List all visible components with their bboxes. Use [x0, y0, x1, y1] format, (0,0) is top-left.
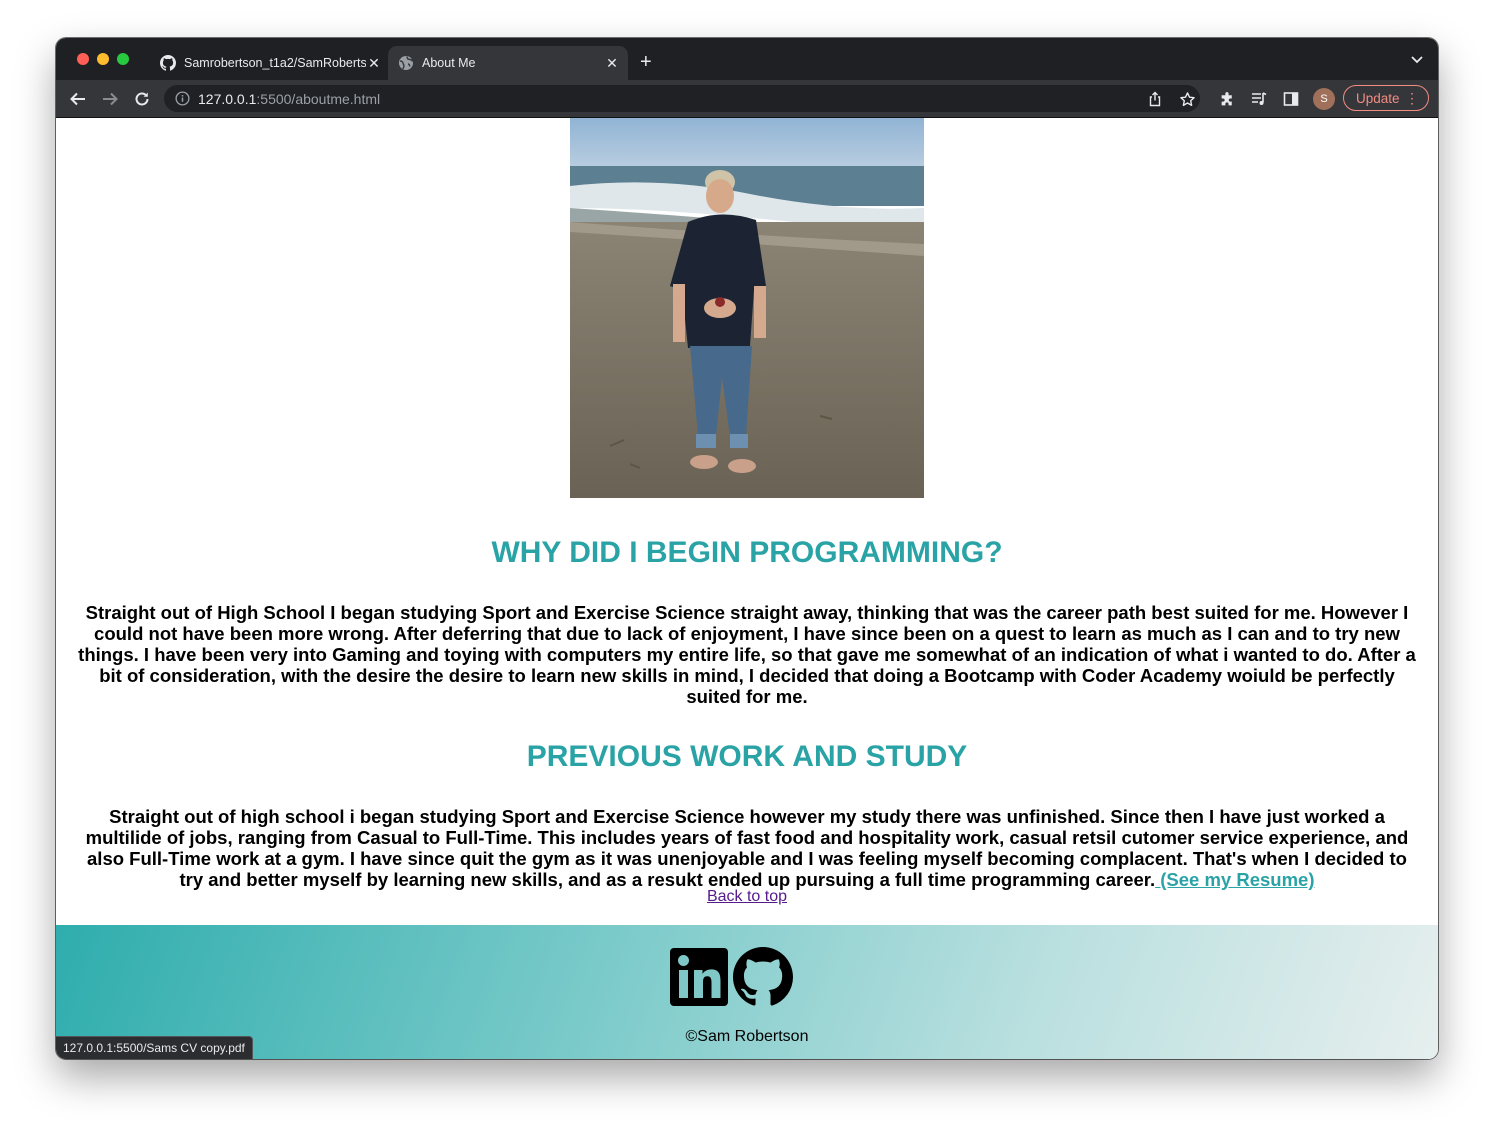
linkedin-icon[interactable]	[670, 947, 730, 1007]
profile-avatar[interactable]: S	[1313, 88, 1335, 110]
side-panel-icon[interactable]	[1282, 90, 1300, 108]
resume-link[interactable]: (See my Resume)	[1155, 869, 1314, 890]
more-vert-icon: ⋮	[1405, 90, 1419, 106]
url-path: :5500/aboutme.html	[256, 90, 381, 107]
update-button[interactable]: Update ⋮	[1343, 85, 1429, 111]
tab-close-icon[interactable]: ✕	[366, 55, 382, 71]
address-bar[interactable]: 127.0.0.1:5500/aboutme.html	[164, 85, 1200, 112]
media-control-icon[interactable]	[1250, 90, 1268, 108]
profile-photo	[570, 118, 924, 498]
tab-title: Samrobertson_t1a2/SamRobertson	[184, 56, 366, 70]
bookmark-star-icon[interactable]	[1178, 90, 1196, 108]
globe-icon	[398, 55, 414, 71]
github-icon	[160, 55, 176, 71]
section-heading-why: WHY DID I BEGIN PROGRAMMING?	[491, 536, 1003, 569]
tab-strip: Samrobertson_t1a2/SamRobertson ✕ About M…	[56, 38, 1438, 80]
new-tab-icon[interactable]: +	[640, 52, 652, 72]
tab-github[interactable]: Samrobertson_t1a2/SamRobertson ✕	[150, 46, 390, 80]
share-icon[interactable]	[1146, 90, 1164, 108]
browser-window: Samrobertson_t1a2/SamRobertson ✕ About M…	[56, 38, 1438, 1059]
extensions-puzzle-icon[interactable]	[1218, 90, 1236, 108]
maximize-window-button[interactable]	[117, 53, 129, 65]
chevron-down-icon[interactable]	[1410, 52, 1424, 71]
page-viewport: WHY DID I BEGIN PROGRAMMING? Straight ou…	[56, 118, 1438, 1059]
tab-close-icon[interactable]: ✕	[604, 55, 620, 71]
forward-arrow-icon[interactable]	[100, 89, 120, 109]
tab-title: About Me	[422, 56, 476, 70]
back-to-top-link[interactable]: Back to top	[56, 888, 1438, 906]
tab-about-me[interactable]: About Me ✕	[388, 46, 628, 80]
back-arrow-icon[interactable]	[68, 89, 88, 109]
close-window-button[interactable]	[77, 53, 89, 65]
copyright-text: ©Sam Robertson	[685, 1028, 809, 1045]
site-info-icon[interactable]	[174, 91, 190, 107]
section-body-why: Straight out of High School I began stud…	[78, 602, 1416, 707]
browser-toolbar: 127.0.0.1:5500/aboutme.html S Update ⋮	[56, 80, 1438, 118]
reload-icon[interactable]	[132, 89, 152, 109]
page-footer: ©Sam Robertson	[56, 925, 1438, 1059]
section-body-previous: Straight out of high school i began stud…	[76, 806, 1418, 890]
update-label: Update	[1356, 90, 1400, 106]
status-bar-url: 127.0.0.1:5500/Sams CV copy.pdf	[56, 1036, 253, 1059]
section-heading-previous: PREVIOUS WORK AND STUDY	[526, 740, 968, 773]
minimize-window-button[interactable]	[97, 53, 109, 65]
url-host: 127.0.0.1	[198, 90, 257, 107]
github-icon[interactable]	[733, 947, 793, 1007]
